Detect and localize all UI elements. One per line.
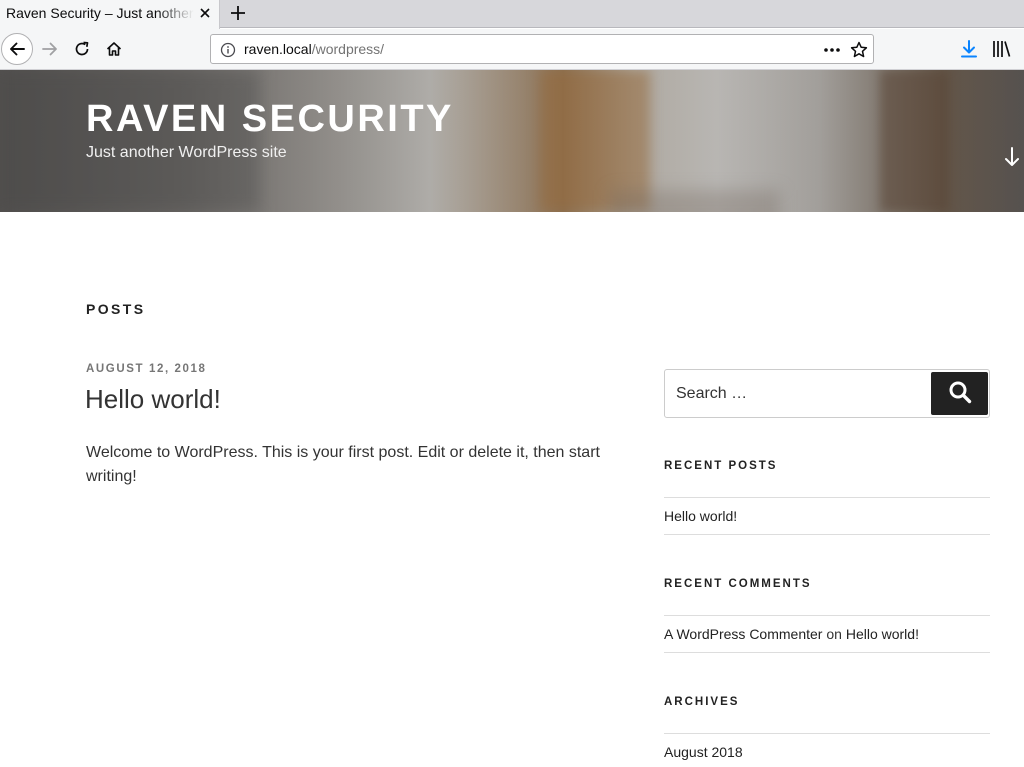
site-title[interactable]: Raven Security <box>86 98 454 141</box>
page-title: Posts <box>86 301 146 317</box>
comment-author-link[interactable]: A WordPress Commenter <box>664 626 822 642</box>
header-image-shade <box>610 190 780 212</box>
reload-icon[interactable] <box>66 33 98 65</box>
recent-comments-title: Recent Comments <box>664 578 812 590</box>
post-title-link[interactable]: Hello world! <box>85 384 221 415</box>
url-path: /wordpress/ <box>311 41 385 57</box>
comment-joiner: on <box>826 626 842 642</box>
arrow-left-icon[interactable] <box>1 33 33 65</box>
browser-tab-strip: Raven Security – Just another WordPress … <box>0 0 1024 29</box>
post-date[interactable]: August 12, 2018 <box>86 363 207 375</box>
plus-icon[interactable] <box>228 3 248 23</box>
search-icon <box>948 380 972 407</box>
library-icon[interactable] <box>990 38 1014 60</box>
archives-title: Archives <box>664 696 740 708</box>
header-image-shade <box>0 70 260 212</box>
arrow-right-icon[interactable] <box>34 33 66 65</box>
list-item: A WordPress Commenter on Hello world! <box>664 615 990 653</box>
info-icon[interactable] <box>220 42 236 58</box>
post-excerpt: Welcome to WordPress. This is your first… <box>86 444 600 485</box>
close-icon[interactable] <box>196 4 214 22</box>
browser-tab-active[interactable]: Raven Security – Just another WordPress … <box>0 0 220 29</box>
browser-navigation-bar: raven.local/wordpress/ <box>0 29 1024 70</box>
url-text[interactable]: raven.local/wordpress/ <box>244 41 384 57</box>
archive-link[interactable]: August 2018 <box>664 744 743 760</box>
site-description: Just another WordPress site <box>86 144 287 161</box>
list-item: August 2018 <box>664 733 990 767</box>
header-image-shade <box>880 70 950 212</box>
archives-list: August 2018 <box>664 733 990 767</box>
tab-title: Raven Security – Just another WordPress … <box>6 5 194 21</box>
site-header: Raven Security Just another WordPress si… <box>0 70 1024 212</box>
star-icon[interactable] <box>849 40 869 60</box>
home-icon[interactable] <box>98 33 130 65</box>
ellipsis-icon[interactable] <box>821 41 843 59</box>
list-item: Hello world! <box>664 497 990 535</box>
search-input[interactable] <box>665 370 931 417</box>
search-button[interactable] <box>931 372 988 415</box>
download-icon[interactable] <box>958 38 980 60</box>
comment-post-link[interactable]: Hello world! <box>846 626 919 642</box>
recent-posts-list: Hello world! <box>664 497 990 535</box>
recent-posts-title: Recent Posts <box>664 460 778 472</box>
url-bar[interactable]: raven.local/wordpress/ <box>210 34 874 64</box>
search-form <box>664 369 990 418</box>
recent-comments-list: A WordPress Commenter on Hello world! <box>664 615 990 653</box>
recent-post-link[interactable]: Hello world! <box>664 508 737 524</box>
arrow-down-icon[interactable] <box>1002 146 1022 168</box>
url-host: raven.local <box>244 41 312 57</box>
